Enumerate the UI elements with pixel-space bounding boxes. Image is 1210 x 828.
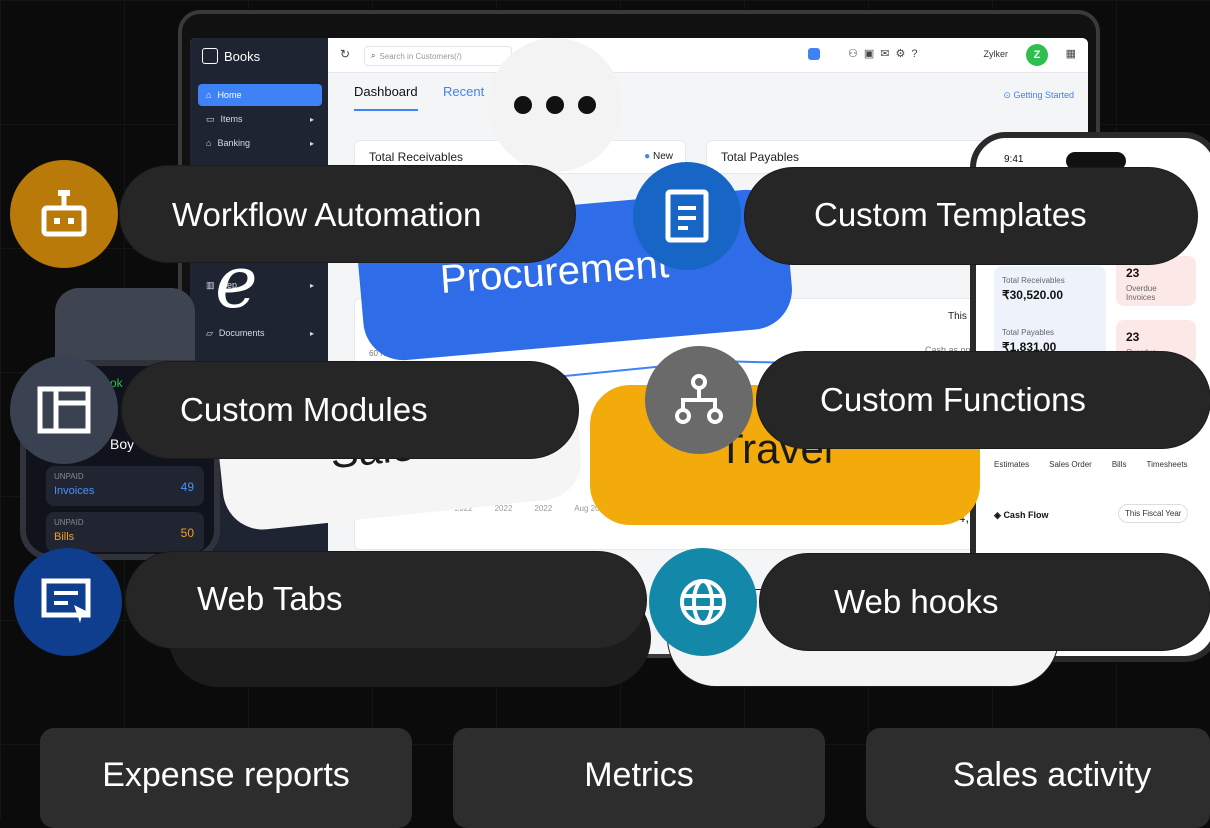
- plus-circle-icon: ●: [644, 151, 651, 162]
- box-icon: ▭: [206, 113, 215, 124]
- watch-row-invoices[interactable]: UNPAID Invoices 49: [46, 466, 204, 506]
- play-circle-icon: ⊙: [1003, 90, 1011, 100]
- tag-sales-activity[interactable]: Sales activity: [866, 728, 1210, 828]
- sidebar-item-items[interactable]: ▭ Items ▸: [198, 108, 322, 130]
- quick-tab-bills[interactable]: Bills: [1112, 460, 1127, 469]
- search-placeholder: Search in Customers(/): [379, 51, 462, 61]
- getting-started-link[interactable]: ⊙ Getting Started: [1003, 90, 1074, 101]
- robot-icon: [10, 160, 118, 268]
- chevron-right-icon: ▸: [309, 328, 314, 338]
- tab-dashboard[interactable]: Dashboard: [354, 84, 418, 111]
- more-options-icon[interactable]: [488, 38, 622, 172]
- toolbar-icons[interactable]: ⚇▣✉⚙?: [848, 47, 923, 60]
- x-tick: 2022: [534, 504, 553, 513]
- web-tab-icon: [14, 548, 122, 656]
- cash-flow-heading: ◈ Cash Flow: [994, 510, 1048, 521]
- search-input[interactable]: ⌕ Search in Customers(/): [364, 46, 512, 66]
- fiscal-year-select[interactable]: This Fiscal Year: [1118, 504, 1189, 523]
- new-button[interactable]: ● New: [644, 151, 673, 162]
- custom-functions-label: Custom Functions: [820, 381, 1086, 418]
- web-hooks-label: Web hooks: [834, 583, 999, 620]
- row-count: 50: [180, 526, 194, 540]
- globe-icon: [649, 548, 757, 656]
- search-icon: ⌕: [371, 51, 376, 60]
- quick-tab-estimates[interactable]: Estimates: [994, 460, 1029, 469]
- sidebar-item-home[interactable]: ⌂ Home: [198, 84, 322, 106]
- phone-receivables-card[interactable]: Total Receivables ₹30,520.00 Total Payab…: [994, 266, 1106, 366]
- getting-started-label: Getting Started: [1013, 90, 1074, 100]
- cash-flow-label: Cash Flow: [1003, 510, 1049, 520]
- row-count: 49: [180, 480, 194, 494]
- overdue-count: 23: [1126, 266, 1140, 280]
- phone-receivables-label: Total Receivables: [1002, 276, 1065, 285]
- row-status: UNPAID: [54, 472, 84, 481]
- add-icon[interactable]: [808, 48, 820, 60]
- layout-icon: [10, 356, 118, 464]
- app-topbar: ↻ ⌕ Search in Customers(/) ⚇▣✉⚙? Zylker …: [328, 38, 1088, 73]
- x-tick: 2022: [494, 504, 513, 513]
- chevron-right-icon: ▸: [309, 138, 314, 148]
- watch-row-bills[interactable]: UNPAID Bills 50: [46, 512, 204, 552]
- sidebar-item-label: Home: [217, 90, 242, 100]
- row-status: UNPAID: [54, 518, 84, 527]
- phone-receivables-value: ₹30,520.00: [1002, 288, 1064, 302]
- web-tabs-label: Web Tabs: [197, 580, 343, 617]
- app-name: Books: [224, 48, 261, 64]
- tag-expense-reports[interactable]: Expense reports: [40, 728, 412, 828]
- phone-quick-tabs: Estimates Sales Order Bills Timesheets: [994, 460, 1188, 469]
- org-name[interactable]: Zylker: [984, 49, 1009, 59]
- phone-payables-label: Total Payables: [1002, 328, 1055, 337]
- tab-recent[interactable]: Recent: [443, 84, 484, 99]
- total-payables-label: Total Payables: [721, 150, 800, 164]
- avatar[interactable]: Z: [1026, 44, 1048, 66]
- sidebar-item-label: Banking: [217, 138, 250, 148]
- custom-modules-label: Custom Modules: [180, 391, 428, 428]
- workflow-automation-label: Workflow Automation: [172, 196, 482, 233]
- home-icon: ⌂: [206, 90, 212, 100]
- books-logo-icon: [202, 48, 218, 64]
- hierarchy-icon: [645, 346, 753, 454]
- cash-flow-icon: ◈: [994, 510, 1001, 520]
- row-label: Invoices: [54, 485, 95, 497]
- quick-tab-timesheets[interactable]: Timesheets: [1146, 460, 1187, 469]
- document-icon: [633, 162, 741, 270]
- sidebar-item-banking[interactable]: ⌂ Banking ▸: [198, 132, 322, 154]
- apps-grid-icon[interactable]: ▦: [1066, 47, 1076, 60]
- chart-icon: ▥: [206, 279, 215, 290]
- total-receivables-label: Total Receivables: [369, 150, 464, 164]
- bank-icon: ⌂: [206, 138, 212, 148]
- phone-time: 9:41: [1004, 154, 1024, 165]
- chevron-right-icon: ▸: [309, 280, 314, 290]
- app-brand: Books: [202, 48, 260, 64]
- overdue-label: Overdue Invoices: [1126, 284, 1157, 302]
- watch-band: [55, 288, 195, 368]
- sidebar-item-documents[interactable]: ▱ Documents ▸: [198, 322, 322, 344]
- overdue-count: 23: [1126, 330, 1140, 344]
- refresh-icon[interactable]: ↻: [340, 47, 350, 61]
- custom-templates-label: Custom Templates: [814, 196, 1087, 233]
- sidebar-item-label: Documents: [218, 328, 265, 338]
- quick-tab-sales-order[interactable]: Sales Order: [1049, 460, 1092, 469]
- tag-metrics[interactable]: Metrics: [453, 728, 825, 828]
- sidebar-item-label: Items: [220, 114, 243, 124]
- folder-icon: ▱: [206, 327, 213, 338]
- new-label: New: [652, 151, 673, 162]
- chevron-right-icon: ▸: [309, 114, 314, 124]
- row-label: Bills: [54, 531, 75, 543]
